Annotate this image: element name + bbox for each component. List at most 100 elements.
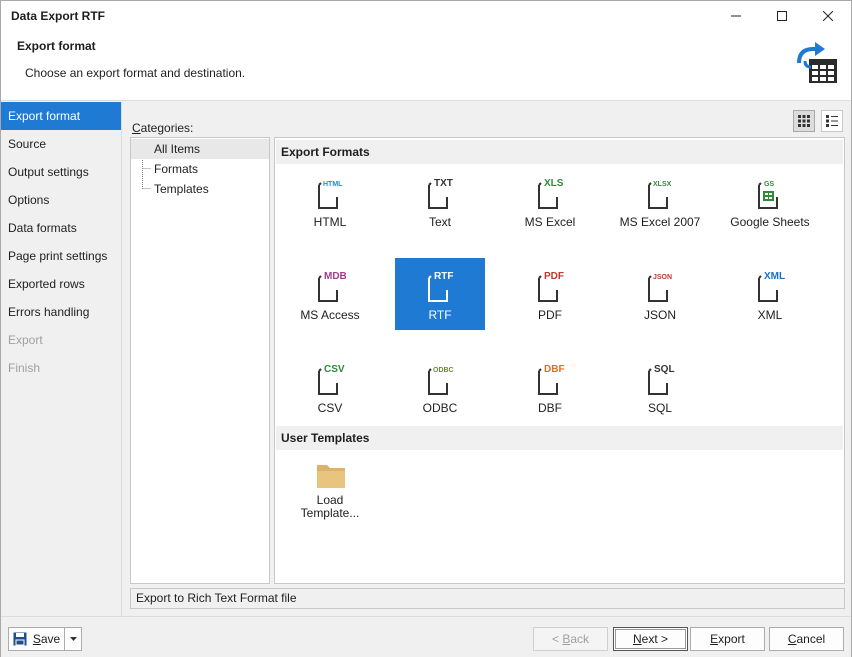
format-tile-ms-access[interactable]: MDB MS Access [285,258,375,330]
sql-badge: SQL [654,364,675,375]
category-formats[interactable]: Formats [131,159,269,179]
next-label-rest: ext > [641,632,669,646]
nav-item-output-settings[interactable]: Output settings [1,158,121,186]
format-tile-text[interactable]: TXT Text [395,165,485,237]
csv-file-icon: CSV [318,364,345,395]
nav-item-export-format[interactable]: Export format [1,102,121,130]
export-label-rest: xport [718,632,745,646]
save-label-rest: ave [40,632,61,646]
csv-badge: CSV [324,364,345,375]
nav-item-finish: Finish [8,361,41,375]
export-button-label: Export [710,632,745,646]
nav-item-page-print-settings[interactable]: Page print settings [1,242,121,270]
category-templates[interactable]: Templates [131,179,269,199]
close-icon [823,11,833,21]
save-dropdown-button[interactable] [64,627,82,651]
cancel-button-label: Cancel [787,632,826,646]
nav-item-errors-handling[interactable]: Errors handling [1,298,121,326]
wizard-step-nav: Export format Source Output settings Opt… [1,102,121,616]
format-label-ms-access: MS Access [300,308,360,322]
page-title: Export format [17,39,96,53]
save-button[interactable]: Save [8,627,65,651]
formats-gallery: Export Formats HTML HTML TXT Text XLS MS Exce… [274,137,845,584]
list-view-button[interactable] [821,110,843,132]
format-label-html: HTML [313,215,347,229]
format-label-json: JSON [643,308,676,322]
format-tile-xml[interactable]: XML XML [725,258,815,330]
nav-item-source[interactable]: Source [1,130,121,158]
ms-excel-file-icon: XLS [538,178,564,209]
back-button[interactable]: < Back [533,627,608,651]
format-label-xml: XML [757,308,783,322]
back-label-rest: ack [570,632,590,646]
floppy-disk-icon [13,632,27,646]
categories-label-text: ategories: [140,121,194,135]
format-tile-html[interactable]: HTML HTML [285,165,375,237]
ms-excel-badge: XLS [544,178,564,189]
list-view-icon [826,115,838,127]
google-sheets-badge: GS [764,181,774,188]
format-label-text: Text [428,215,451,229]
format-tile-pdf[interactable]: PDF PDF [505,258,595,330]
title-bar: Data Export RTF [1,1,851,31]
format-tile-ms-excel[interactable]: XLS MS Excel [505,165,595,237]
nav-item-export: Export [8,333,43,347]
format-tile-json[interactable]: JSON JSON [615,258,705,330]
format-tile-odbc[interactable]: ODBC ODBC [395,351,485,423]
json-badge: JSON [653,274,672,281]
format-label-google-sheets: Google Sheets [730,215,810,229]
wizard-footer: Save < Back Next > Export Cancel [1,616,851,657]
odbc-badge: ODBC [433,367,454,374]
format-label-dbf: DBF [538,401,562,415]
format-label-ms-excel: MS Excel [524,215,576,229]
nav-item-options[interactable]: Options [1,186,121,214]
categories-tree: All Items Formats Templates [130,137,270,584]
cancel-label-rest: ancel [796,632,826,646]
xml-badge: XML [764,271,785,282]
back-button-label: < Back [551,632,590,646]
dbf-badge: DBF [544,364,565,375]
main-panel: Categories: All Items Formats Templates … [121,102,851,616]
save-button-label: Save [32,632,61,646]
html-file-icon: HTML [318,181,343,209]
format-label-ms-excel-2007: MS Excel 2007 [619,215,701,229]
dbf-file-icon: DBF [538,364,565,395]
minimize-button[interactable] [713,1,759,31]
json-file-icon: JSON [648,274,672,302]
export-formats-group-header: Export Formats [276,140,843,164]
format-tile-sql[interactable]: SQL SQL [615,351,705,423]
format-tile-google-sheets[interactable]: GS Google Sheets [725,165,815,237]
page-description: Choose an export format and destination. [25,66,246,80]
format-label-sql: SQL [647,401,672,415]
tile-view-icon [798,115,810,127]
folder-icon [317,465,345,488]
next-button[interactable]: Next > [613,627,688,651]
chevron-down-icon [69,637,77,641]
minimize-icon [731,15,741,17]
category-all-items[interactable]: All Items [131,139,269,159]
export-button[interactable]: Export [690,627,765,651]
format-label-csv: CSV [317,401,343,415]
user-templates-group-header: User Templates [276,426,843,450]
xml-file-icon: XML [758,271,785,302]
sql-file-icon: SQL [648,364,675,395]
format-tile-ms-excel-2007[interactable]: XLSX MS Excel 2007 [615,165,705,237]
cancel-button[interactable]: Cancel [769,627,844,651]
close-button[interactable] [805,1,851,31]
pdf-file-icon: PDF [538,271,564,302]
maximize-icon [777,11,787,21]
categories-label: Categories: [132,121,194,135]
load-template-tile[interactable]: Load Template... [285,450,375,530]
wizard-header: Export format Choose an export format an… [1,31,851,101]
nav-item-exported-rows[interactable]: Exported rows [1,270,121,298]
tile-view-button[interactable] [793,110,815,132]
format-label-pdf: PDF [538,308,562,322]
export-wizard-window: Data Export RTF Export format Choose an … [0,0,852,657]
format-tile-dbf[interactable]: DBF DBF [505,351,595,423]
format-tile-rtf[interactable]: RTF RTF [395,258,485,330]
nav-item-data-formats[interactable]: Data formats [1,214,121,242]
maximize-button[interactable] [759,1,805,31]
load-template-label-line2: Template... [300,506,360,520]
ms-access-badge: MDB [324,271,346,282]
format-tile-csv[interactable]: CSV CSV [285,351,375,423]
